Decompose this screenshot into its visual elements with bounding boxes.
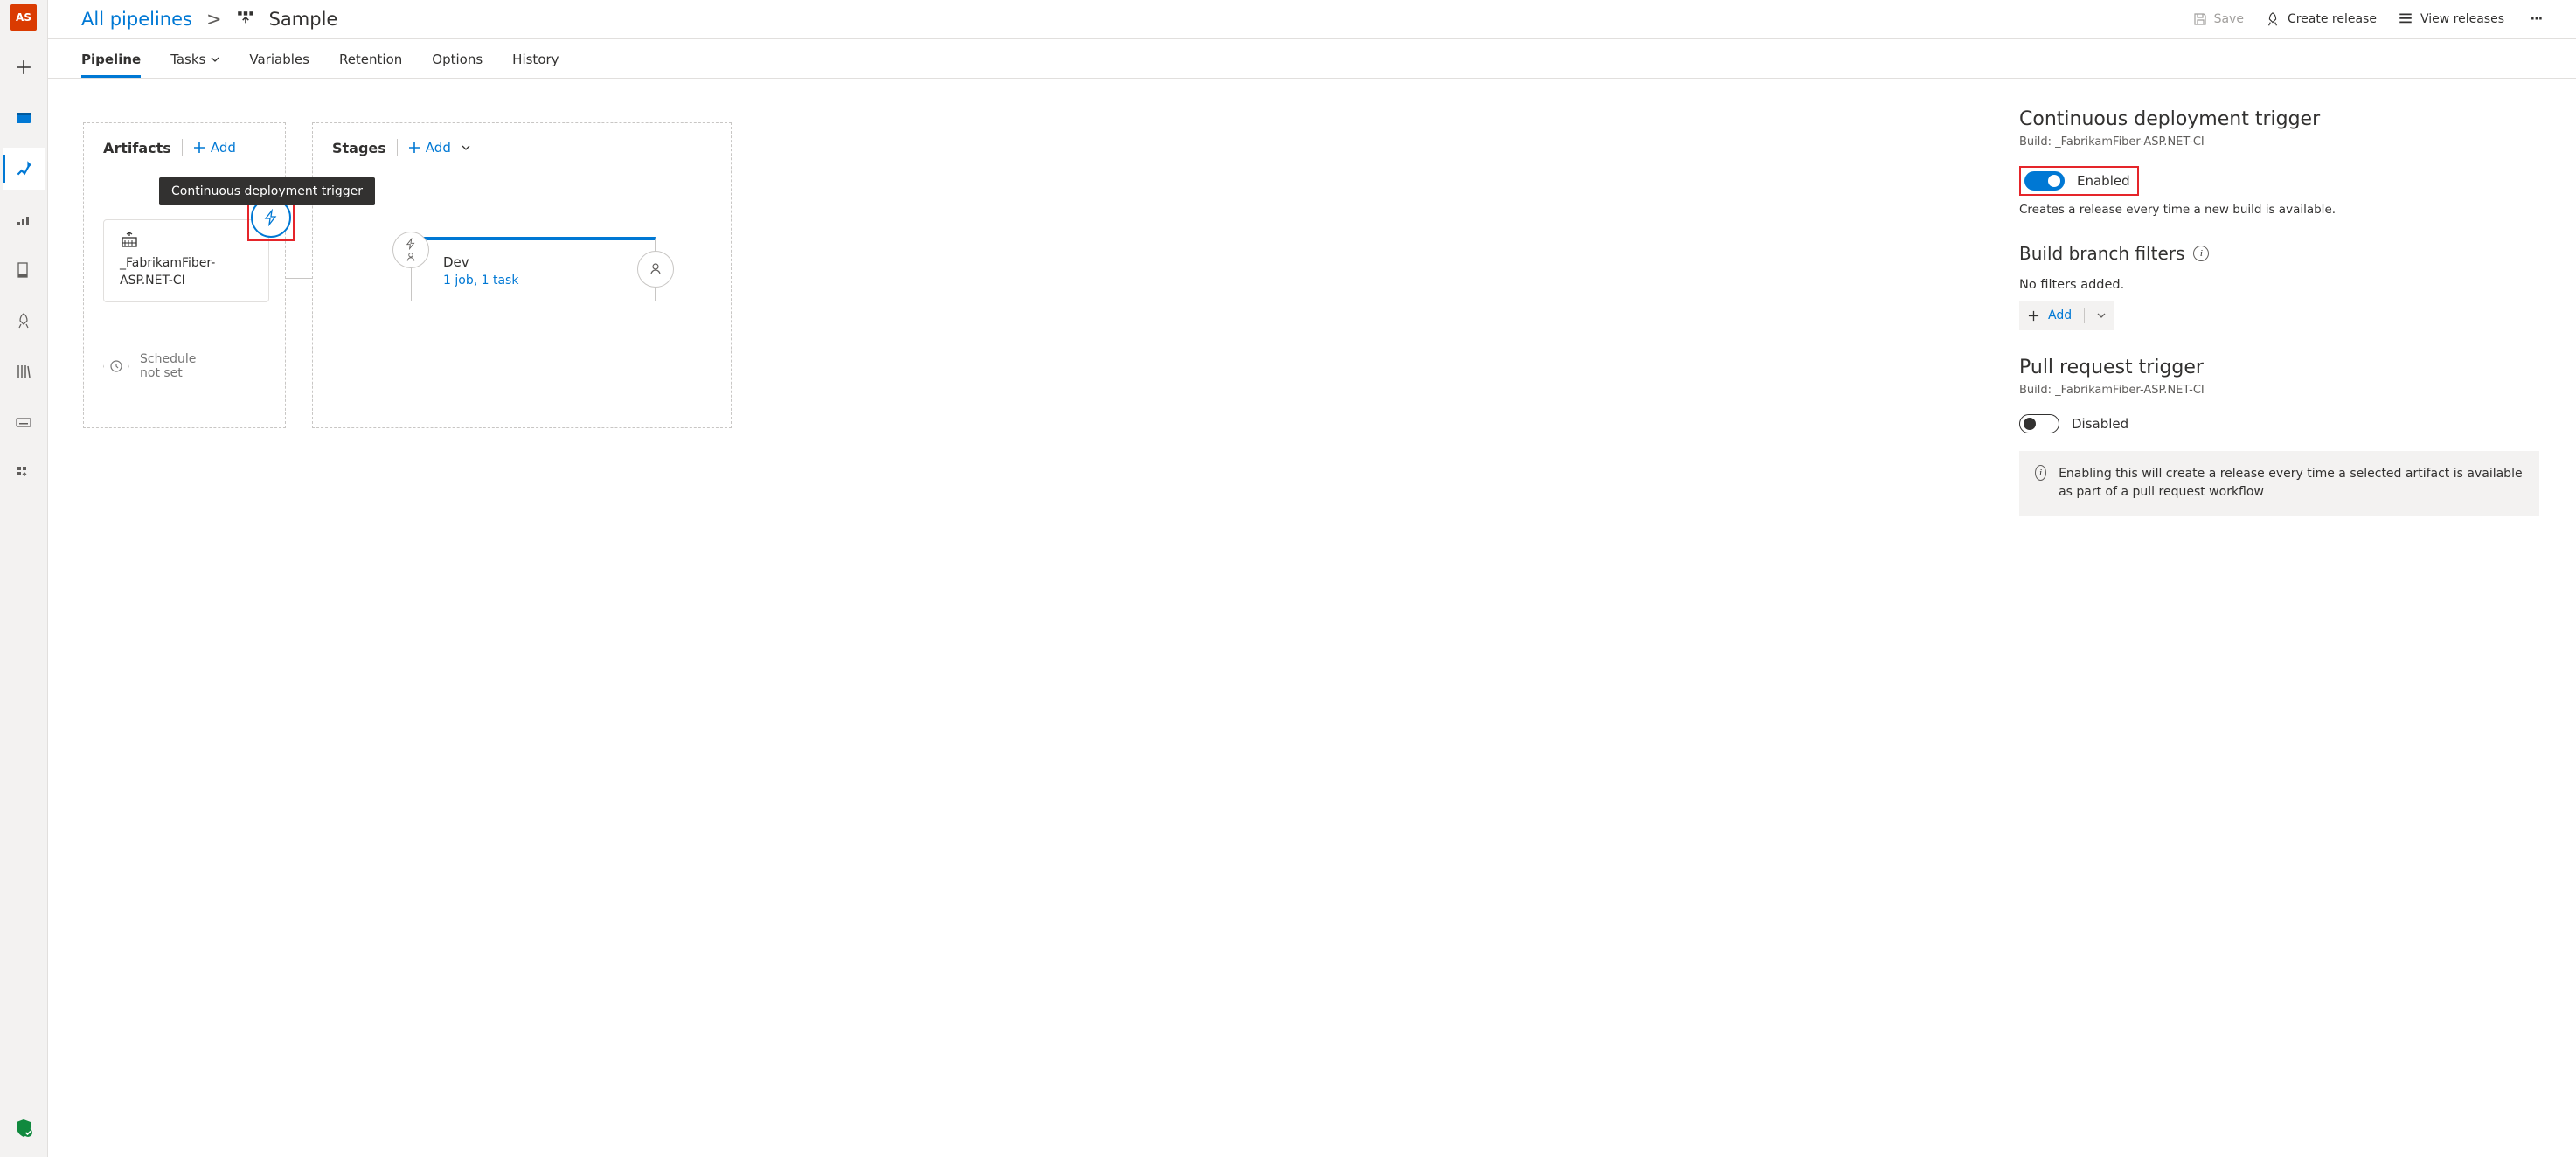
- tab-tasks-label: Tasks: [170, 52, 205, 67]
- divider: [182, 139, 183, 156]
- schedule-item[interactable]: Schedule not set: [103, 351, 266, 381]
- save-label: Save: [2214, 12, 2244, 26]
- artifacts-heading: Artifacts: [103, 140, 171, 156]
- stage-name: Dev: [443, 254, 639, 270]
- stage-body[interactable]: Dev 1 job, 1 task: [411, 237, 656, 301]
- stages-heading: Stages: [332, 140, 386, 156]
- left-navigation: AS: [0, 0, 48, 1157]
- header-actions: Save Create release View releases ⋯: [2193, 11, 2550, 27]
- stage-subtitle: 1 job, 1 task: [443, 274, 639, 288]
- cd-caption: Creates a release every time a new build…: [2019, 203, 2539, 217]
- pr-trigger-toggle[interactable]: [2019, 414, 2059, 433]
- tab-history[interactable]: History: [512, 39, 559, 78]
- nav-add-button[interactable]: [3, 46, 45, 88]
- nav-testplans-icon[interactable]: [3, 249, 45, 291]
- pr-toggle-label: Disabled: [2072, 416, 2128, 432]
- nav-rocket-icon[interactable]: [3, 300, 45, 342]
- view-releases-label: View releases: [2420, 12, 2504, 26]
- clock-icon: [103, 351, 129, 381]
- more-actions-button[interactable]: ⋯: [2525, 12, 2550, 26]
- tab-options[interactable]: Options: [432, 39, 483, 78]
- add-stage-label: Add: [426, 140, 451, 156]
- view-releases-button[interactable]: View releases: [2398, 11, 2504, 27]
- branch-filters-heading: Build branch filters i: [2019, 243, 2539, 264]
- tab-tasks[interactable]: Tasks: [170, 39, 219, 78]
- pre-deploy-conditions-button[interactable]: [392, 232, 429, 268]
- pipeline-title[interactable]: Sample: [269, 9, 338, 30]
- artifact-name: _FabrikamFiber-ASP.NET-CI: [120, 255, 253, 289]
- chevron-down-icon: [462, 143, 470, 152]
- nav-boards-icon[interactable]: [3, 97, 45, 139]
- divider: [397, 139, 398, 156]
- pipeline-definition-icon: [236, 10, 255, 29]
- tab-variables[interactable]: Variables: [249, 39, 309, 78]
- artifact-card[interactable]: _FabrikamFiber-ASP.NET-CI: [103, 219, 269, 302]
- security-shield-icon[interactable]: [12, 1117, 35, 1140]
- schedule-label-2: not set: [140, 366, 196, 380]
- info-text: Enabling this will create a release ever…: [2059, 465, 2524, 502]
- artifacts-panel: Artifacts Add Continuous deployment trig…: [83, 122, 286, 428]
- save-button: Save: [2193, 12, 2244, 26]
- chevron-down-icon: [211, 55, 219, 64]
- post-deploy-conditions-button[interactable]: [637, 251, 674, 288]
- nav-library-icon[interactable]: [3, 350, 45, 392]
- highlight-box: Enabled: [2019, 166, 2139, 196]
- nav-repos-icon[interactable]: [3, 198, 45, 240]
- info-icon[interactable]: i: [2193, 246, 2209, 261]
- add-filter-label: Add: [2048, 308, 2072, 322]
- cd-toggle-label: Enabled: [2077, 173, 2130, 189]
- nav-deploy-icon[interactable]: [3, 452, 45, 494]
- cd-trigger-tooltip: Continuous deployment trigger: [159, 177, 375, 205]
- settings-side-panel: Continuous deployment trigger Build: _Fa…: [1982, 79, 2576, 1157]
- pipeline-canvas: Artifacts Add Continuous deployment trig…: [48, 79, 1982, 1157]
- stages-panel: Stages Add: [312, 122, 732, 428]
- info-icon: i: [2035, 465, 2046, 481]
- divider: [2084, 308, 2085, 323]
- add-artifact-button[interactable]: Add: [193, 140, 236, 156]
- pr-build-label: Build: _FabrikamFiber-ASP.NET-CI: [2019, 384, 2539, 397]
- breadcrumb-separator: >: [206, 9, 222, 30]
- breadcrumb: All pipelines > Sample: [81, 9, 337, 30]
- pr-trigger-heading: Pull request trigger: [2019, 357, 2539, 378]
- user-avatar[interactable]: AS: [10, 4, 37, 31]
- stage-card-dev[interactable]: Dev 1 job, 1 task: [411, 237, 656, 301]
- no-filters-text: No filters added.: [2019, 278, 2539, 292]
- nav-pipelines-icon[interactable]: [3, 148, 45, 190]
- create-release-label: Create release: [2288, 12, 2377, 26]
- tab-bar: Pipeline Tasks Variables Retention Optio…: [48, 39, 2576, 79]
- cd-trigger-heading: Continuous deployment trigger: [2019, 108, 2539, 130]
- nav-keyboard-icon[interactable]: [3, 401, 45, 443]
- add-stage-button[interactable]: Add: [408, 140, 470, 156]
- chevron-down-icon: [2097, 311, 2106, 320]
- build-source-icon: [120, 231, 139, 250]
- tab-pipeline[interactable]: Pipeline: [81, 39, 141, 78]
- add-artifact-label: Add: [211, 140, 236, 156]
- create-release-button[interactable]: Create release: [2265, 11, 2377, 27]
- cd-build-label: Build: _FabrikamFiber-ASP.NET-CI: [2019, 135, 2539, 149]
- schedule-label-1: Schedule: [140, 352, 196, 366]
- tab-retention[interactable]: Retention: [339, 39, 402, 78]
- breadcrumb-root[interactable]: All pipelines: [81, 9, 192, 30]
- info-banner: i Enabling this will create a release ev…: [2019, 451, 2539, 516]
- page-header: All pipelines > Sample Save Create relea…: [48, 0, 2576, 39]
- cd-trigger-toggle[interactable]: [2024, 171, 2065, 191]
- add-filter-button[interactable]: Add: [2019, 301, 2114, 330]
